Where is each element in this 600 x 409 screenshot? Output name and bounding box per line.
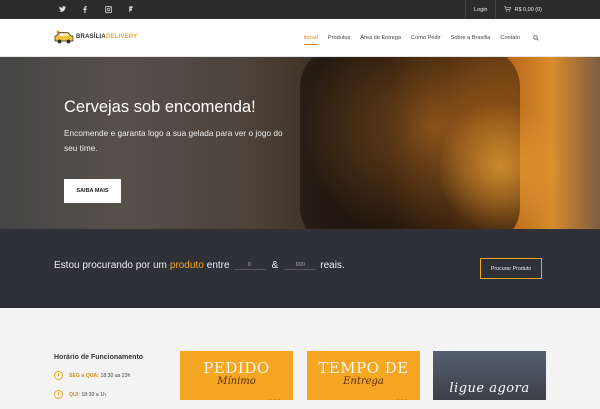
search-sentence: Estou procurando por um produto entre 0 … [54,260,345,271]
top-bar-right: Login R$ 0,00 (0) [465,0,600,19]
delivery-car-icon [54,30,74,44]
menu-item-sobre[interactable]: Sobre a Brasília [446,19,496,57]
hero-subtitle: Encomende e garanta logo a sua gelada pa… [64,128,283,153]
site-logo[interactable]: BRASÍLIADELIVERY [54,29,137,45]
card-title: PEDIDO [203,359,270,377]
card-title: TEMPO DE [318,359,409,377]
procurar-produto-button[interactable]: Procurar Produto [480,258,542,279]
hours-time: 18:30 a 1h [81,391,106,398]
hero-title: Cervejas sob encomenda! [64,98,256,116]
clock-icon [54,371,63,380]
min-price-input[interactable]: 0 [233,262,266,270]
foursquare-icon[interactable] [127,5,135,13]
main-navbar: BRASÍLIADELIVERY Inicial Produtos Área d… [0,19,600,57]
cart-link[interactable]: R$ 0,00 (0) [495,0,600,19]
hero-banner: Cervejas sob encomenda! Encomende e gara… [0,57,600,229]
pedido-minimo-card[interactable]: PEDIDO Mínimo ... [180,351,293,400]
twitter-icon[interactable] [58,5,66,13]
main-menu: Inicial Produtos Área de Entrega Como Pe… [299,19,544,57]
cart-total: R$ 0,00 (0) [514,6,542,13]
menu-item-area-de-entrega[interactable]: Área de Entrega [355,19,406,57]
top-bar: Login R$ 0,00 (0) [0,0,600,19]
card-value: ... [395,389,408,400]
social-links [58,5,135,13]
max-price-input[interactable]: 900 [284,262,317,270]
search-text-before: Estou procurando por um [54,260,167,271]
hours-title: Horário de Funcionamento [54,354,144,361]
menu-item-contato[interactable]: Contato [495,19,525,57]
card-value: ... [268,389,281,400]
tempo-de-entrega-card[interactable]: TEMPO DE Entrega ... [307,351,420,400]
cart-icon [504,5,512,14]
card-subtitle: Mínimo [217,376,256,387]
login-link[interactable]: Login [465,0,495,19]
opening-hours: Horário de Funcionamento SEG a QUA: 18:3… [54,354,169,409]
card-subtitle: Entrega [343,376,384,387]
product-search-band: Estou procurando por um produto entre 0 … [0,229,600,308]
ligue-agora-card[interactable]: ligue agora [433,351,546,400]
amp-separator: & [271,260,279,271]
search-text-between: entre [206,260,230,271]
login-label: Login [474,6,488,13]
logo-main: BRASÍLIA [76,34,106,40]
search-icon[interactable] [525,19,544,57]
menu-item-produtos[interactable]: Produtos [323,19,355,57]
clock-icon [54,390,63,399]
logo-text: BRASÍLIADELIVERY [76,34,137,40]
menu-item-como-pedir[interactable]: Como Pedir [406,19,446,57]
hours-row: QUI: 18:30 a 1h [54,390,169,399]
search-text-after: reais. [320,260,345,271]
instagram-icon[interactable] [104,5,112,13]
product-dropdown[interactable]: produto [170,260,204,271]
hours-day: SEG a QUA: [69,372,99,379]
logo-accent: DELIVERY [105,34,138,40]
facebook-icon[interactable] [81,5,89,13]
saiba-mais-button[interactable]: SAIBA MAIS [64,179,121,203]
menu-item-inicial[interactable]: Inicial [299,19,323,57]
hours-time: 18:30 as 23h [100,372,131,379]
hours-day: QUI: [69,391,80,398]
hours-row: SEG a QUA: 18:30 as 23h [54,371,169,380]
info-section: Horário de Funcionamento SEG a QUA: 18:3… [0,308,600,400]
card-title: ligue agora [449,381,530,396]
